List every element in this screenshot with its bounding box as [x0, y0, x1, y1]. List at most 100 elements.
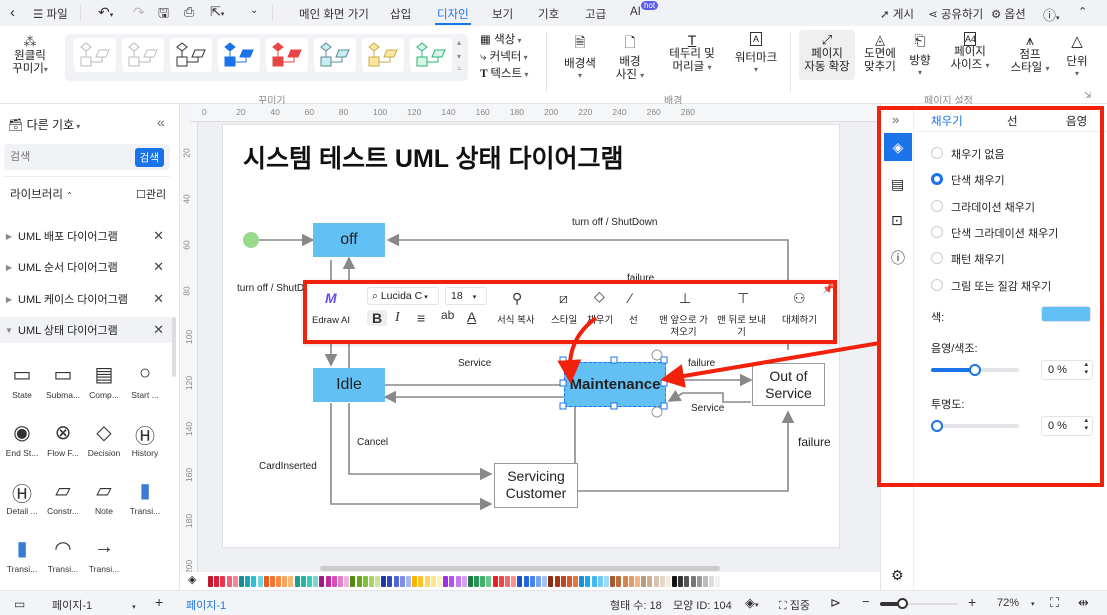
align-icon[interactable]: ≡ — [417, 310, 425, 326]
symbol-item[interactable]: ○ Start ... — [125, 362, 165, 400]
dialog-launcher-icon[interactable]: ⇲ — [1084, 90, 1092, 101]
scrollbar[interactable] — [172, 317, 176, 377]
symbol-item[interactable]: Ⓗ Detail ... — [2, 478, 42, 516]
horizontal-scrollbar[interactable] — [320, 566, 720, 571]
color-swatch[interactable] — [238, 575, 244, 587]
symbol-item[interactable]: ▭ Subma... — [43, 362, 83, 400]
color-swatch[interactable] — [604, 575, 609, 587]
symbol-item[interactable]: ⊗ Flow F... — [43, 420, 83, 458]
color-swatch[interactable] — [474, 575, 480, 587]
export-icon[interactable]: ⇱▾ — [210, 4, 224, 20]
symbol-item[interactable]: ▭ State — [2, 362, 42, 400]
print-icon[interactable]: ⎙ — [184, 4, 194, 20]
color-swatch[interactable] — [443, 575, 449, 587]
color-swatch[interactable] — [263, 575, 269, 587]
tab-insert[interactable]: 삽입 — [390, 6, 411, 22]
bring-front-label[interactable]: 맨 앞으로 가 져오기 — [659, 315, 708, 339]
color-swatch[interactable] — [300, 575, 306, 587]
tab-view[interactable]: 보기 — [492, 6, 513, 22]
library-toggle[interactable]: 라이브러리 ⌃ — [10, 186, 73, 202]
share-button[interactable]: ⋖ 공유하기 — [928, 6, 983, 22]
save-icon[interactable]: 🖫 — [158, 4, 169, 26]
page-size-button[interactable]: A4 페이지 사이즈 ▾ — [945, 32, 995, 72]
color-swatch[interactable] — [387, 575, 393, 587]
color-swatch[interactable] — [709, 575, 715, 587]
color-swatch[interactable] — [690, 575, 696, 587]
manage-button[interactable]: ☐관리 — [136, 186, 166, 202]
color-swatch[interactable] — [356, 575, 362, 587]
symbol-item[interactable]: Ⓗ History — [125, 420, 165, 458]
back-icon[interactable]: ‹ — [10, 4, 15, 21]
color-swatch[interactable] — [579, 575, 585, 587]
page-layout-icon[interactable]: ▭ — [14, 597, 25, 611]
color-swatch[interactable] — [505, 575, 510, 587]
line-brush-icon[interactable]: ⁄ — [629, 290, 631, 306]
color-swatch[interactable] — [455, 575, 461, 587]
color-swatch[interactable] — [560, 575, 566, 587]
fit-page-icon[interactable]: ⛶ — [1050, 595, 1059, 611]
color-swatch[interactable] — [659, 575, 665, 587]
zoom-slider[interactable] — [880, 598, 958, 609]
color-swatch[interactable] — [511, 575, 517, 587]
color-swatch[interactable] — [294, 575, 300, 587]
color-button[interactable]: ▦ 색상 ▾ — [480, 34, 521, 47]
color-swatch[interactable] — [424, 575, 430, 587]
library-dropdown[interactable]: 🗃 다른 기호 ▾ — [8, 116, 80, 133]
gallery-expand-icon[interactable]: ⩡ — [457, 64, 462, 74]
color-swatch[interactable] — [461, 575, 467, 587]
color-swatch[interactable] — [269, 575, 275, 587]
color-swatch[interactable] — [393, 575, 399, 587]
bg-photo-button[interactable]: 🗋 배경 사진 ▾ — [610, 32, 650, 82]
state-servicing-customer[interactable]: Servicing Customer — [494, 463, 578, 508]
color-swatch[interactable] — [406, 575, 411, 587]
theme-option[interactable] — [218, 38, 260, 72]
color-swatch[interactable] — [696, 575, 702, 587]
color-swatch[interactable] — [622, 575, 628, 587]
color-swatch[interactable] — [616, 575, 622, 587]
more-icon[interactable]: ⌄ — [250, 5, 258, 16]
tab-ai[interactable]: AI — [630, 6, 641, 18]
color-swatch[interactable] — [548, 575, 554, 587]
fill-bucket-icon[interactable]: ◇ — [594, 288, 605, 305]
library-item-active[interactable]: ▼ UML 상태 다이어그램 ✕ — [0, 317, 176, 343]
state-off[interactable]: off — [313, 223, 385, 257]
close-icon[interactable]: ✕ — [153, 259, 164, 275]
collapse-ribbon-icon[interactable]: ⌃ — [1078, 5, 1087, 18]
zoom-in-icon[interactable]: + — [968, 594, 976, 610]
symbol-item[interactable]: ▮ Transi... — [125, 478, 165, 516]
color-swatch[interactable] — [634, 575, 640, 587]
page-tab[interactable]: 페이지-1 — [186, 597, 226, 613]
color-swatch[interactable] — [554, 575, 560, 587]
zoom-slider-knob[interactable] — [897, 598, 909, 609]
library-item[interactable]: ▶ UML 순서 다이어그램 ✕ — [0, 254, 176, 280]
symbol-item[interactable]: ▱ Constr... — [43, 478, 83, 516]
options-button[interactable]: ⚙ 옵션 — [991, 6, 1026, 22]
color-swatch[interactable] — [232, 575, 238, 587]
format-painter-icon[interactable]: ⚲ — [512, 290, 522, 307]
color-swatch[interactable] — [362, 575, 368, 587]
jump-style-button[interactable]: ⩚ 점프 스타일 ▾ — [1005, 32, 1055, 75]
edraw-ai-icon[interactable]: M — [325, 290, 337, 306]
color-swatch[interactable] — [375, 575, 381, 587]
replace-label[interactable]: 대체하기 — [782, 315, 817, 327]
close-icon[interactable]: ✕ — [153, 322, 164, 338]
search-input[interactable] — [10, 148, 120, 166]
color-swatch[interactable] — [331, 575, 337, 587]
orientation-button[interactable]: ⎗ 방향 ▾ — [903, 32, 937, 77]
zoom-out-icon[interactable]: − — [862, 594, 870, 609]
theme-option[interactable] — [122, 38, 164, 72]
replace-icon[interactable]: ⚇ — [793, 290, 806, 307]
theme-option[interactable] — [170, 38, 212, 72]
color-swatch[interactable] — [517, 575, 523, 587]
color-swatch[interactable] — [449, 575, 455, 587]
symbol-item[interactable]: → Transi... — [84, 536, 124, 574]
text-case-icon[interactable]: ab — [441, 308, 454, 322]
color-swatch[interactable] — [313, 575, 319, 587]
theme-option[interactable] — [410, 38, 452, 72]
color-swatch[interactable] — [535, 575, 541, 587]
color-swatch[interactable] — [492, 575, 498, 587]
color-swatch[interactable] — [307, 575, 312, 587]
add-page-icon[interactable]: + — [155, 594, 163, 610]
color-swatch[interactable] — [498, 575, 504, 587]
layers-icon[interactable]: ◈▾ — [745, 595, 759, 611]
